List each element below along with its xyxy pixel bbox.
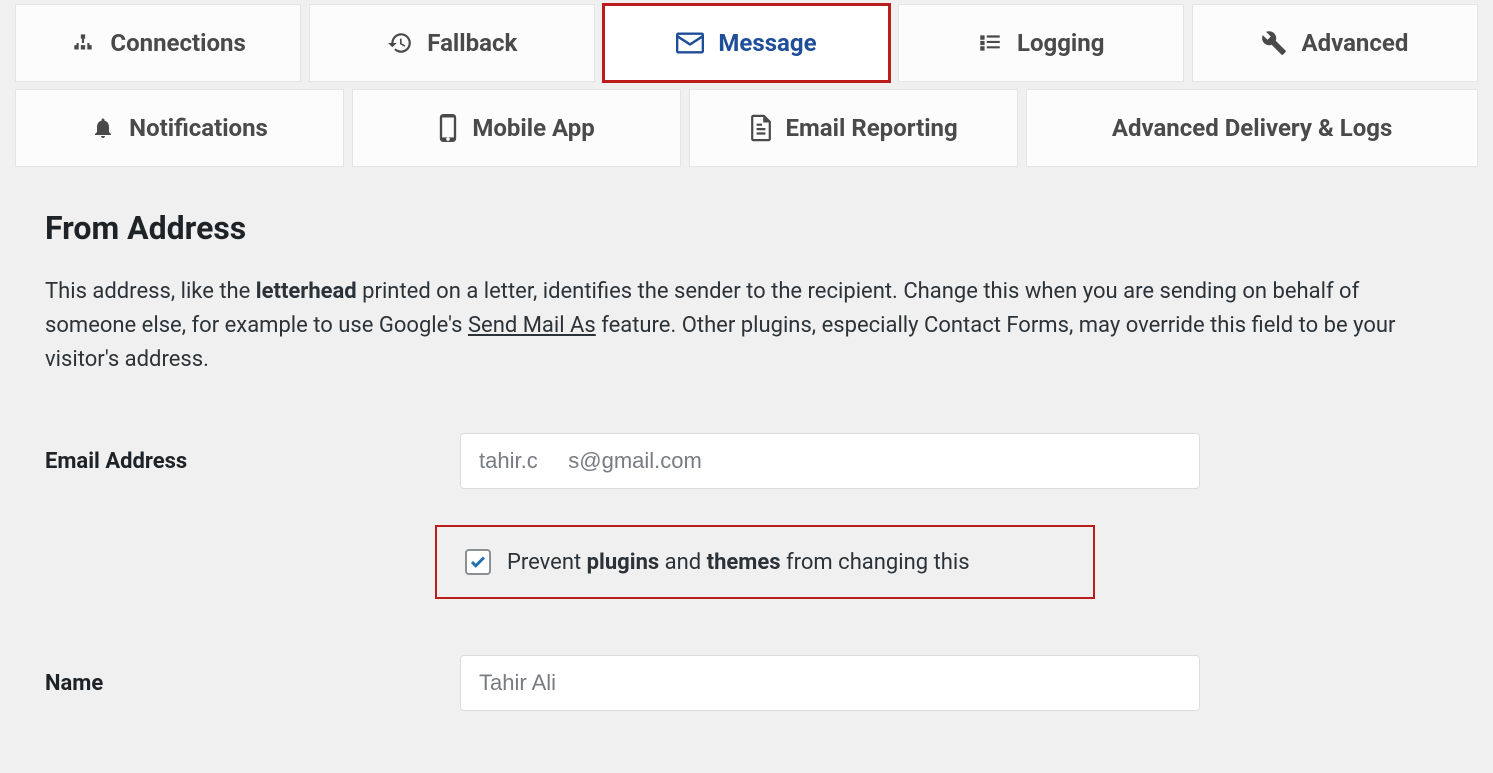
name-label: Name (45, 671, 460, 696)
email-address-row: Email Address (45, 433, 1448, 489)
check-icon (469, 553, 487, 571)
envelope-icon (676, 32, 704, 54)
tab-advanced-label: Advanced (1301, 29, 1408, 57)
prevent-override-highlight: Prevent plugins and themes from changing… (435, 525, 1095, 599)
prevent-override-label[interactable]: Prevent plugins and themes from changing… (507, 550, 970, 575)
tab-logging[interactable]: Logging (898, 4, 1184, 82)
prevent-override-checkbox[interactable] (465, 549, 491, 575)
tab-fallback-label: Fallback (427, 29, 517, 57)
send-mail-as-link[interactable]: Send Mail As (468, 313, 596, 338)
sitemap-icon (70, 30, 96, 56)
section-title: From Address (45, 209, 1448, 247)
tab-mobile-app[interactable]: Mobile App (352, 89, 681, 167)
message-tab-content: From Address This address, like the lett… (15, 174, 1478, 711)
name-row: Name (45, 655, 1448, 711)
tab-connections[interactable]: Connections (15, 4, 301, 82)
tabs-row-2: Notifications Mobile App Email Reporting… (15, 89, 1478, 167)
list-icon (977, 30, 1003, 56)
name-input[interactable] (460, 655, 1200, 711)
tab-fallback[interactable]: Fallback (309, 4, 595, 82)
history-icon (387, 30, 413, 56)
section-description: This address, like the letterhead printe… (45, 275, 1445, 377)
tab-adv-delivery[interactable]: Advanced Delivery & Logs (1026, 89, 1478, 167)
tab-email-reporting-label: Email Reporting (786, 114, 958, 142)
tab-mobile-app-label: Mobile App (472, 114, 594, 142)
tabs-row-1: Connections Fallback Message Logging Adv… (15, 4, 1478, 82)
tab-advanced[interactable]: Advanced (1192, 4, 1478, 82)
bell-icon (91, 115, 115, 141)
mobile-icon (438, 114, 458, 142)
email-address-input[interactable] (460, 433, 1200, 489)
tab-notifications[interactable]: Notifications (15, 89, 344, 167)
email-address-label: Email Address (45, 449, 460, 474)
tab-connections-label: Connections (110, 29, 245, 57)
prevent-override-row: Prevent plugins and themes from changing… (45, 525, 1448, 599)
tab-notifications-label: Notifications (129, 114, 268, 142)
wrench-icon (1261, 30, 1287, 56)
tab-adv-delivery-label: Advanced Delivery & Logs (1112, 114, 1392, 142)
tab-logging-label: Logging (1017, 29, 1104, 57)
tab-email-reporting[interactable]: Email Reporting (689, 89, 1018, 167)
tab-message-label: Message (718, 29, 816, 57)
tab-message[interactable]: Message (603, 4, 889, 82)
document-icon (750, 114, 772, 142)
